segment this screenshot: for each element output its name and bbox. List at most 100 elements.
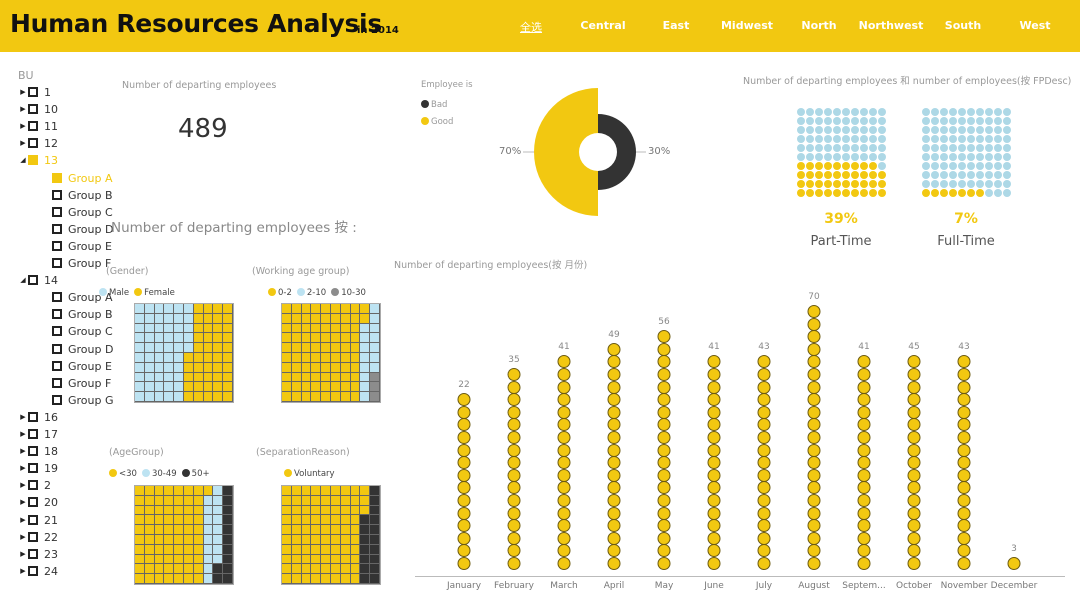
month-dot[interactable] bbox=[657, 506, 671, 520]
month-dot[interactable] bbox=[1007, 557, 1021, 570]
month-dot[interactable] bbox=[557, 506, 571, 520]
month-dot[interactable] bbox=[907, 355, 921, 369]
tree-item[interactable]: ▶ 2 bbox=[18, 477, 51, 494]
tree-item[interactable]: ▶ 12 bbox=[18, 135, 58, 152]
month-dot[interactable] bbox=[557, 380, 571, 394]
month-dot[interactable] bbox=[707, 557, 721, 570]
month-dot[interactable] bbox=[507, 557, 521, 570]
month-dot[interactable] bbox=[907, 431, 921, 444]
month-dot[interactable] bbox=[857, 355, 871, 369]
checkbox[interactable] bbox=[28, 514, 38, 525]
checkbox[interactable] bbox=[28, 480, 38, 491]
month-dot[interactable] bbox=[957, 506, 971, 520]
checkbox[interactable] bbox=[52, 223, 62, 234]
tree-item[interactable]: ▶ 19 bbox=[18, 460, 58, 477]
month-dot[interactable] bbox=[657, 456, 671, 470]
month-dot[interactable] bbox=[707, 494, 721, 507]
month-dot[interactable] bbox=[807, 531, 821, 545]
month-dot[interactable] bbox=[757, 506, 771, 520]
month-dot[interactable] bbox=[907, 418, 921, 432]
month-dot[interactable] bbox=[857, 544, 871, 558]
month-dot[interactable] bbox=[557, 481, 571, 495]
month-dot[interactable] bbox=[657, 468, 671, 482]
month-dot[interactable] bbox=[957, 531, 971, 545]
checkbox[interactable] bbox=[28, 104, 38, 115]
month-dot[interactable] bbox=[857, 368, 871, 381]
expand-right-icon[interactable]: ▶ bbox=[18, 563, 28, 580]
month-dot[interactable] bbox=[507, 405, 521, 419]
checkbox[interactable] bbox=[52, 377, 62, 388]
month-dot[interactable] bbox=[757, 519, 771, 533]
month-dot[interactable] bbox=[607, 393, 621, 407]
month-dot[interactable] bbox=[557, 468, 571, 482]
month-dot[interactable] bbox=[557, 456, 571, 470]
month-dot[interactable] bbox=[957, 468, 971, 482]
month-dot[interactable] bbox=[757, 494, 771, 507]
month-dot[interactable] bbox=[857, 443, 871, 457]
checkbox[interactable] bbox=[28, 155, 38, 166]
month-dot[interactable] bbox=[957, 443, 971, 457]
tree-item[interactable]: ▶ 20 bbox=[18, 494, 58, 511]
month-dot[interactable] bbox=[607, 468, 621, 482]
expand-right-icon[interactable]: ▶ bbox=[18, 477, 28, 494]
month-dot[interactable] bbox=[807, 380, 821, 394]
checkbox[interactable] bbox=[52, 292, 62, 303]
month-dot[interactable] bbox=[807, 481, 821, 495]
month-dot[interactable] bbox=[657, 355, 671, 369]
month-dot[interactable] bbox=[457, 531, 471, 545]
month-dot[interactable] bbox=[907, 544, 921, 558]
month-dot[interactable] bbox=[857, 519, 871, 533]
checkbox[interactable] bbox=[28, 446, 38, 457]
expand-right-icon[interactable]: ▶ bbox=[18, 101, 28, 118]
month-dot[interactable] bbox=[707, 506, 721, 520]
month-dot[interactable] bbox=[807, 393, 821, 407]
checkbox[interactable] bbox=[52, 309, 62, 320]
month-dot[interactable] bbox=[657, 481, 671, 495]
month-dot[interactable] bbox=[807, 317, 821, 331]
checkbox[interactable] bbox=[28, 497, 38, 508]
month-dot[interactable] bbox=[807, 557, 821, 570]
expand-right-icon[interactable]: ▶ bbox=[18, 494, 28, 511]
month-dot[interactable] bbox=[607, 494, 621, 507]
month-dot[interactable] bbox=[807, 368, 821, 381]
month-dot[interactable] bbox=[957, 544, 971, 558]
month-dot[interactable] bbox=[607, 557, 621, 570]
tree-item[interactable]: Group E bbox=[18, 358, 112, 375]
checkbox[interactable] bbox=[28, 531, 38, 542]
month-dot[interactable] bbox=[657, 380, 671, 394]
month-dot[interactable] bbox=[457, 481, 471, 495]
month-dot[interactable] bbox=[807, 418, 821, 432]
month-dot[interactable] bbox=[907, 481, 921, 495]
month-dot[interactable] bbox=[757, 368, 771, 381]
checkbox[interactable] bbox=[52, 206, 62, 217]
region-filter-0[interactable]: 全选 bbox=[520, 19, 542, 35]
month-dot[interactable] bbox=[457, 506, 471, 520]
month-dot[interactable] bbox=[807, 544, 821, 558]
month-dot[interactable] bbox=[557, 531, 571, 545]
month-dot[interactable] bbox=[957, 355, 971, 369]
month-dot[interactable] bbox=[957, 405, 971, 419]
month-dot[interactable] bbox=[457, 443, 471, 457]
tree-item[interactable]: ▶ 16 bbox=[18, 409, 58, 426]
month-dot[interactable] bbox=[707, 418, 721, 432]
month-dot[interactable] bbox=[557, 431, 571, 444]
month-dot[interactable] bbox=[507, 431, 521, 444]
region-filter-4[interactable]: North bbox=[801, 19, 836, 32]
tree-item[interactable]: Group F bbox=[18, 375, 111, 392]
month-dot[interactable] bbox=[507, 481, 521, 495]
month-dot[interactable] bbox=[607, 418, 621, 432]
month-dot[interactable] bbox=[957, 368, 971, 381]
month-dot[interactable] bbox=[707, 368, 721, 381]
tree-item[interactable]: ▶ 1 bbox=[18, 84, 51, 101]
month-dot[interactable] bbox=[557, 557, 571, 570]
month-dot[interactable] bbox=[557, 519, 571, 533]
tree-item[interactable]: Group E bbox=[18, 238, 112, 255]
expand-right-icon[interactable]: ▶ bbox=[18, 118, 28, 135]
checkbox[interactable] bbox=[52, 394, 62, 405]
month-dot[interactable] bbox=[957, 418, 971, 432]
month-dot[interactable] bbox=[957, 380, 971, 394]
month-dot[interactable] bbox=[457, 494, 471, 507]
tree-item[interactable]: Group A bbox=[18, 170, 113, 187]
expand-right-icon[interactable]: ▶ bbox=[18, 426, 28, 443]
month-dot[interactable] bbox=[807, 405, 821, 419]
